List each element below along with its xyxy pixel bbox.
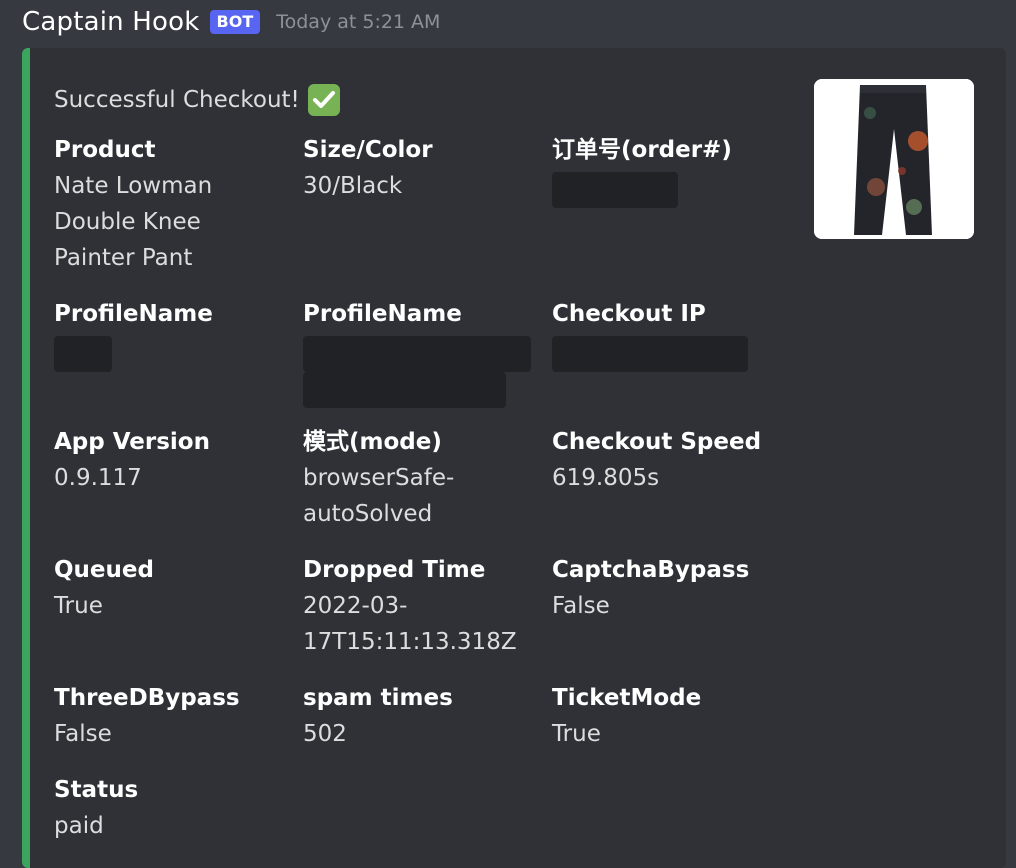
field-value-line: browserSafe- [303,465,455,491]
field-name: spam times [303,685,453,711]
field-value-line: paid [54,813,104,839]
field-ticket-mode: TicketMode True [552,680,701,752]
field-checkout-speed: Checkout Speed 619.805s [552,424,761,496]
field-dropped-time: Dropped Time 2022-03- 17T15:11:13.318Z [303,552,517,660]
field-value-line: 619.805s [552,465,660,491]
field-name: App Version [54,429,210,455]
field-name: Checkout IP [552,301,706,327]
field-name: CaptchaBypass [552,557,750,583]
field-name: ThreeDBypass [54,685,240,711]
redacted-profile-name-2-line1 [303,336,531,372]
field-name: Status [54,777,139,803]
field-name: Checkout Speed [552,429,762,455]
embed-description-text: Successful Checkout! [54,87,300,113]
field-product: Product Nate Lowman Double Knee Painter … [54,132,212,276]
redacted-checkout-ip [552,336,748,372]
message-timestamp: Today at 5:21 AM [276,11,441,33]
field-value-line: Painter Pant [54,245,193,271]
message-header: Captain Hook BOT Today at 5:21 AM [22,4,440,40]
field-value-line: True [552,721,601,747]
field-app-version: App Version 0.9.117 [54,424,210,496]
field-value-line: 17T15:11:13.318Z [303,629,517,655]
field-captcha-bypass: CaptchaBypass False [552,552,749,624]
field-name: Product [54,137,156,163]
field-name: 模式(mode) [303,429,442,455]
field-value-line: 2022-03- [303,593,408,619]
white-check-mark-icon [307,84,340,116]
field-name: ProfileName [303,301,462,327]
field-value-line: False [552,593,610,619]
embed-description: Successful Checkout! [54,84,340,116]
field-value-line: 502 [303,721,347,747]
field-spam-times: spam times 502 [303,680,453,752]
field-order-number: 订单号(order#) [552,132,732,168]
field-status: Status paid [54,772,138,844]
field-mode: 模式(mode) browserSafe- autoSolved [303,424,454,532]
field-size-color: Size/Color 30/Black [303,132,433,204]
field-name: Size/Color [303,137,433,163]
field-name: TicketMode [552,685,702,711]
field-name: 订单号(order#) [552,137,732,163]
field-value-line: autoSolved [303,501,433,527]
redacted-profile-name-2-line2 [303,372,506,408]
product-thumbnail[interactable] [814,79,974,239]
field-profile-name-1: ProfileName [54,296,213,332]
field-value-line: 0.9.117 [54,465,142,491]
embed-card: Successful Checkout! Product Nate Lowman… [22,48,1006,868]
field-profile-name-2: ProfileName [303,296,462,332]
redacted-profile-name-1 [54,336,112,372]
field-value-line: Nate Lowman [54,173,213,199]
field-queued: Queued True [54,552,154,624]
field-name: Dropped Time [303,557,486,583]
field-checkout-ip: Checkout IP [552,296,706,332]
field-value-line: True [54,593,103,619]
field-three-d-bypass: ThreeDBypass False [54,680,240,752]
field-value-line: False [54,721,112,747]
field-value-line: 30/Black [303,173,403,199]
redacted-order-number [552,172,678,208]
author-name[interactable]: Captain Hook [22,7,200,37]
field-name: ProfileName [54,301,213,327]
field-value-line: Double Knee [54,209,201,235]
field-name: Queued [54,557,154,583]
bot-badge: BOT [209,10,261,34]
